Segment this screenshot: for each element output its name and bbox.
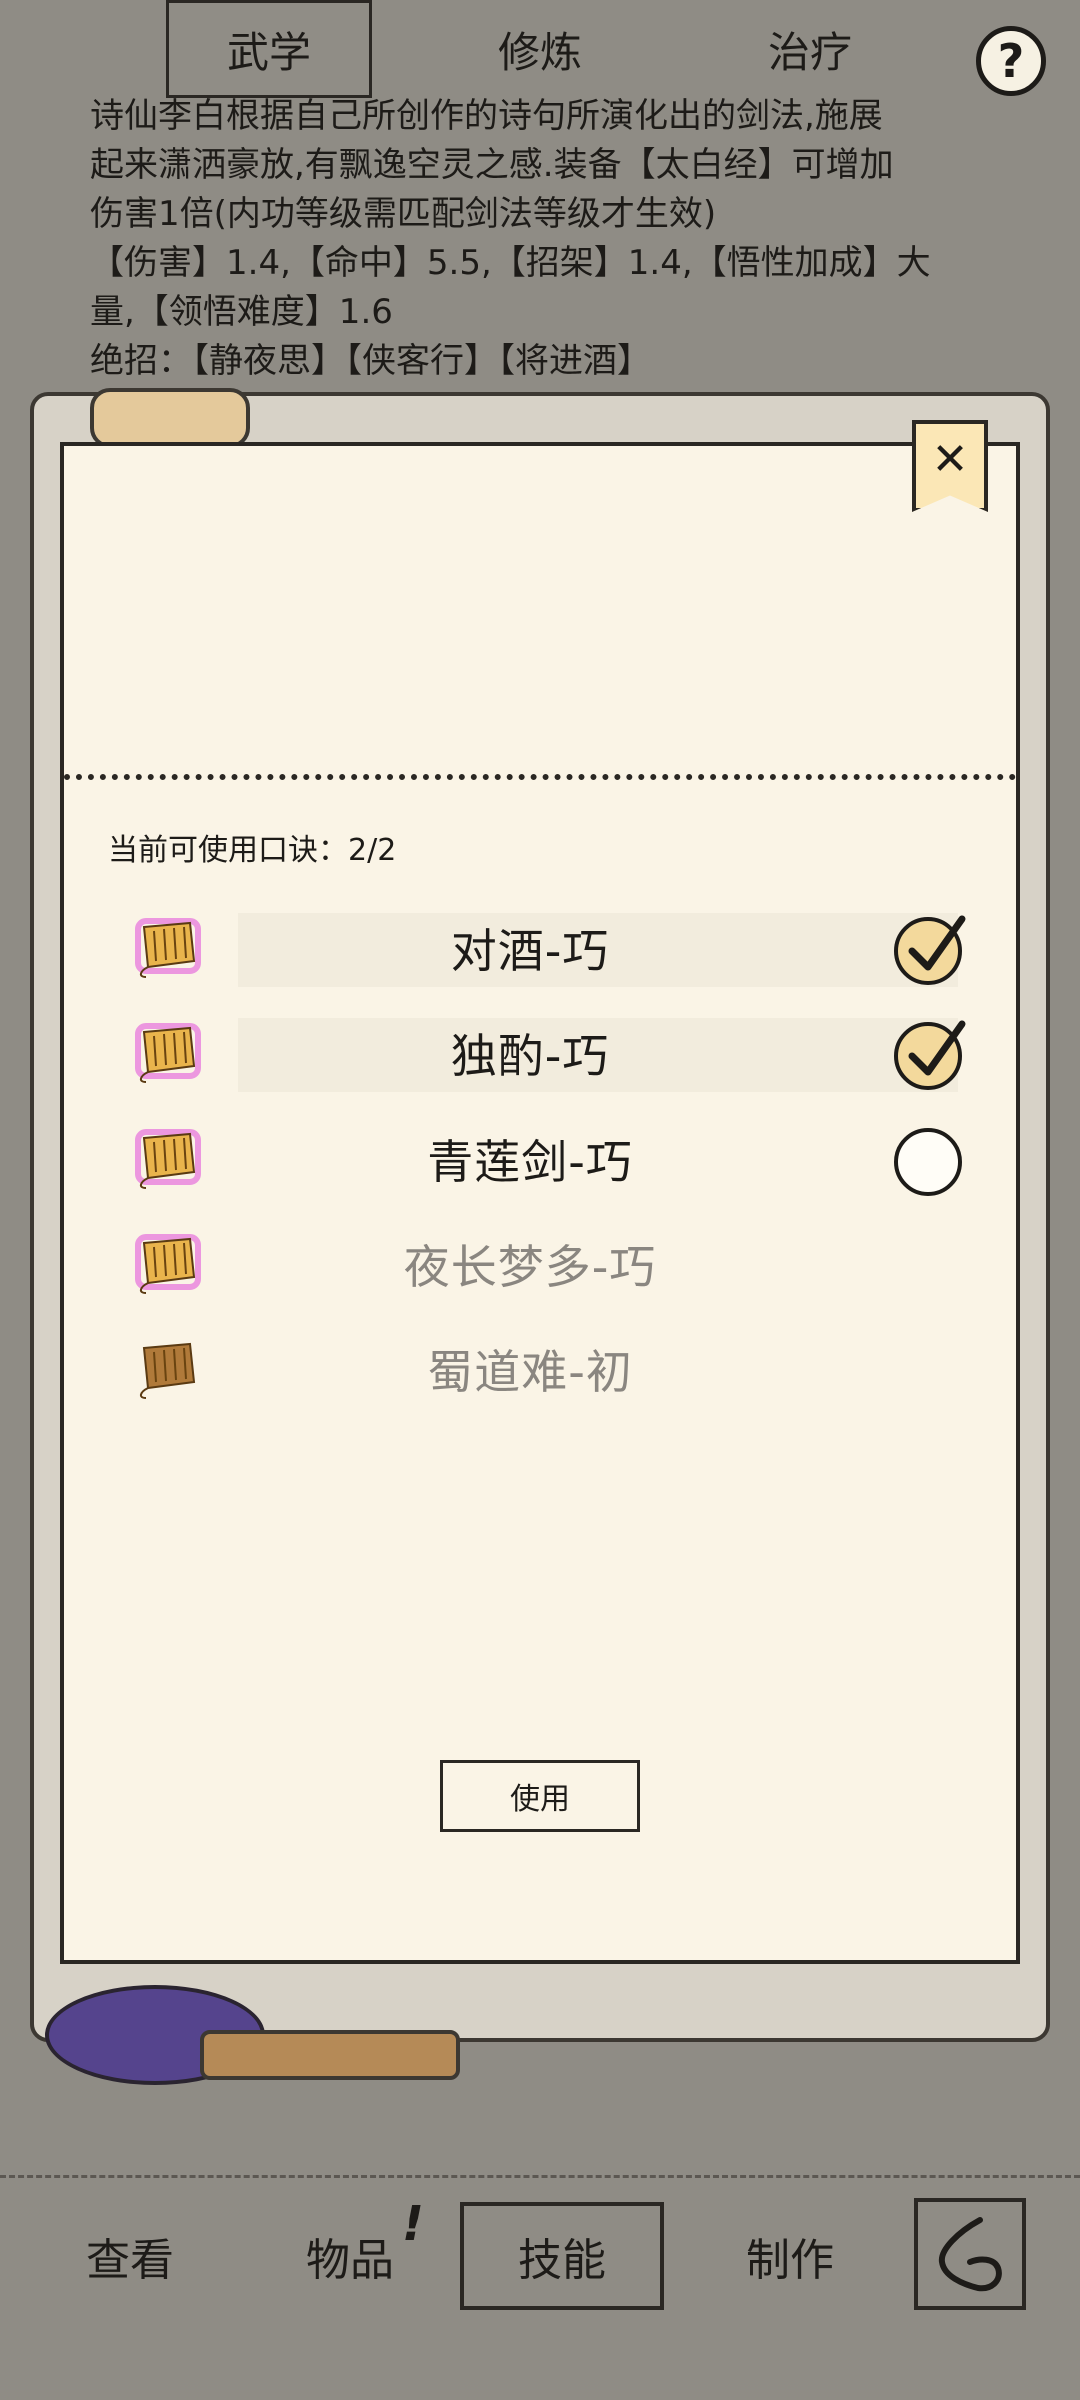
use-button[interactable]: 使用 bbox=[440, 1760, 640, 1832]
nav-label: 技能 bbox=[518, 2235, 606, 2286]
description-line: 量,【领悟难度】1.6 bbox=[90, 292, 393, 332]
help-icon: ? bbox=[997, 34, 1025, 88]
nav-items[interactable]: 物品 bbox=[290, 2202, 410, 2310]
nav-label: 查看 bbox=[86, 2235, 174, 2286]
checkmark-icon bbox=[908, 1020, 966, 1076]
formula-count: 当前可使用口诀：2/2 bbox=[108, 833, 397, 868]
nav-view[interactable]: 查看 bbox=[60, 2202, 200, 2310]
tab-cultivation[interactable]: 修炼 bbox=[440, 0, 640, 98]
tab-martial-arts[interactable]: 武学 bbox=[166, 0, 372, 98]
skill-description: 诗仙李白根据自己所创作的诗句所演化出的剑法,施展 起来潇洒豪放,有飘逸空灵之感.… bbox=[90, 92, 1010, 386]
formula-row[interactable]: 青莲剑-巧 bbox=[120, 1114, 970, 1204]
use-button-label: 使用 bbox=[510, 1782, 570, 1817]
checkbox-checked[interactable] bbox=[894, 915, 966, 985]
formula-row: 蜀道难-初 bbox=[120, 1324, 970, 1414]
nav-label: 制作 bbox=[746, 2235, 834, 2286]
back-button[interactable] bbox=[914, 2198, 1026, 2310]
tab-label: 修炼 bbox=[497, 27, 582, 77]
checkbox-checked[interactable] bbox=[894, 1020, 966, 1090]
description-line: 诗仙李白根据自己所创作的诗句所演化出的剑法,施展 bbox=[90, 96, 883, 136]
scroll-roll-top bbox=[90, 388, 250, 448]
golden-scroll-icon bbox=[130, 1020, 206, 1086]
back-icon bbox=[938, 2217, 1002, 2292]
formula-name: 对酒-巧 bbox=[450, 924, 610, 978]
formula-name: 夜长梦多-巧 bbox=[403, 1240, 657, 1294]
formula-name: 青莲剑-巧 bbox=[427, 1135, 633, 1189]
formula-row: 夜长梦多-巧 bbox=[120, 1219, 970, 1309]
bronze-scroll-icon bbox=[130, 1336, 206, 1402]
checkmark-icon bbox=[908, 915, 966, 971]
description-line: 【伤害】1.4,【命中】5.5,【招架】1.4,【悟性加成】大 bbox=[90, 243, 931, 283]
formula-name: 蜀道难-初 bbox=[427, 1345, 633, 1399]
divider-line bbox=[0, 2175, 1080, 2180]
tab-healing[interactable]: 治疗 bbox=[710, 0, 910, 98]
tab-label: 武学 bbox=[226, 27, 311, 77]
checkbox-unchecked[interactable] bbox=[894, 1128, 962, 1196]
dotted-divider bbox=[64, 774, 1016, 780]
formula-row[interactable]: 独酌-巧 bbox=[120, 1008, 970, 1098]
close-icon: ✕ bbox=[931, 434, 969, 485]
notification-badge: ! bbox=[402, 2196, 424, 2252]
nav-skills[interactable]: 技能 bbox=[460, 2202, 664, 2310]
formula-row[interactable]: 对酒-巧 bbox=[120, 903, 970, 993]
nav-craft[interactable]: 制作 bbox=[720, 2202, 860, 2310]
scroll-handle bbox=[200, 2030, 460, 2080]
golden-scroll-icon bbox=[130, 1126, 206, 1192]
description-line: 起来潇洒豪放,有飘逸空灵之感.装备【太白经】可增加 bbox=[90, 145, 894, 185]
golden-scroll-icon bbox=[130, 1231, 206, 1297]
golden-scroll-icon bbox=[130, 915, 206, 981]
tab-label: 治疗 bbox=[767, 27, 852, 77]
help-button[interactable]: ? bbox=[976, 26, 1046, 96]
formula-name: 独酌-巧 bbox=[450, 1029, 610, 1083]
description-line: 绝招：【静夜思】【侠客行】【将进酒】 bbox=[90, 341, 651, 381]
nav-label: 物品 bbox=[306, 2235, 394, 2286]
description-line: 伤害1倍(内功等级需匹配剑法等级才生效) bbox=[90, 194, 717, 234]
